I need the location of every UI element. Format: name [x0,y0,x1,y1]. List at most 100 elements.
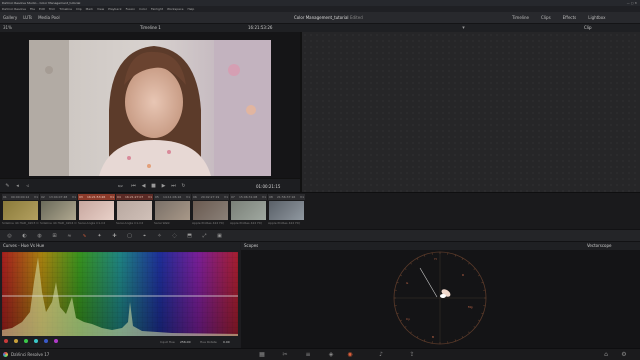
prev-clip-icon[interactable]: ⏮ [130,183,137,189]
input-hue-field[interactable]: 256.00 [180,340,191,344]
vectorscope-tick [400,319,403,322]
node-mode-selector[interactable]: Clip [584,25,592,30]
speaker-icon[interactable]: ◃ [24,183,31,189]
viewer-header: 31% Timeline 1 16:21:53:26 [0,24,300,32]
sizing-icon[interactable]: ⤢ [201,233,208,240]
play-icon[interactable]: ▶ [160,183,167,189]
color-wheels-icon[interactable]: ◍ [36,233,43,240]
menu-item-mark[interactable]: Mark [86,7,93,11]
menu-item-view[interactable]: View [97,7,104,11]
clip-track: V1 [110,195,114,199]
clip-header: 08 21:56:37:16 V1 [268,194,305,200]
clip-thumbnail[interactable]: 04 16:21:27:07 V1 Sarai-Angle C1-C2 [116,194,153,228]
menu-item-fairlight[interactable]: Fairlight [151,7,163,11]
edit-icon[interactable]: ≡ [304,351,312,359]
cyan-swatch[interactable] [34,339,38,343]
dropdown-icon[interactable]: ▾ [460,25,467,31]
timeline-selector[interactable]: Timeline 1 [140,25,161,30]
blue-swatch[interactable] [44,339,48,343]
hue-vs-hue-curve[interactable] [2,252,238,336]
clip-thumbnail[interactable]: 01 00:00:00:12 V1 Sideline 44 HAD_4203 C1-C… [2,194,39,228]
tracker-icon[interactable]: ⌖ [141,233,148,240]
next-clip-icon[interactable]: ⏭ [170,183,177,189]
media-icon[interactable]: ▦ [258,351,266,359]
edited-status: Edited [350,15,363,20]
rgb-mixer-icon[interactable]: ⊞ [51,233,58,240]
menu-item-playback[interactable]: Playback [108,7,121,11]
home-icon[interactable]: ⌂ [602,351,610,359]
zoom-level[interactable]: 31% [3,25,12,30]
fairlight-icon[interactable]: ♪ [377,351,385,359]
settings-icon[interactable]: ⚙ [620,351,628,359]
clip-thumbnail[interactable]: 06 20:02:27:19 V1 Apple ProRes 422 HQ [192,194,229,228]
clip-image [231,201,266,220]
audio-icon[interactable]: ◂ [14,183,21,189]
motion-effects-icon[interactable]: ≈ [66,233,73,240]
menu-item-timeline[interactable]: Timeline [59,7,72,11]
red-swatch[interactable] [4,339,8,343]
stop-icon[interactable]: ■ [150,183,157,189]
menu-item-clip[interactable]: Clip [76,7,82,11]
fusion-icon[interactable]: ◈ [327,351,335,359]
eyedropper-icon[interactable]: ✎ [4,183,11,189]
clip-timecode: 14:11:06:16 [163,195,182,199]
media-pool-button[interactable]: Media Pool [38,15,60,20]
reverse-icon[interactable]: ◀ [140,183,147,189]
clip-caption: Apple ProRes 422 HQ [268,221,300,225]
toolbar: Gallery LUTs Media Pool Color Management… [0,12,640,24]
menu-item-workspace[interactable]: Workspace [167,7,183,11]
vectorscope-tick [400,274,403,277]
loop-icon[interactable]: ↻ [180,183,187,189]
key-icon[interactable]: ⬒ [186,233,193,240]
luts-button[interactable]: LUTs [23,15,32,20]
color-match-icon[interactable]: ◐ [21,233,28,240]
effects-button[interactable]: Effects [563,15,577,20]
source-timecode: 16:21:53:26 [248,25,273,30]
clip-number: 07 [231,195,235,199]
vectorscope-tick [473,268,476,270]
yellow-swatch[interactable] [14,339,18,343]
scope-type-selector[interactable]: Vectorscope [587,243,611,248]
color-icon[interactable]: ◉ [346,351,354,359]
clip-thumbnail[interactable]: 07 15:06:31:08 V1 Apple ProRes 422 HQ [230,194,267,228]
deliver-icon[interactable]: ⇪ [408,351,416,359]
clip-image [3,201,38,220]
panel-divider[interactable] [300,32,302,192]
clips-button[interactable]: Clips [541,15,551,20]
menu-item-edit[interactable]: Edit [39,7,45,11]
camera-raw-icon[interactable]: ◎ [6,233,13,240]
node-editor[interactable] [302,32,640,192]
gallery-button[interactable]: Gallery [3,15,17,20]
cut-icon[interactable]: ✂ [281,351,289,359]
menu-item-help[interactable]: Help [187,7,194,11]
timeline-button[interactable]: Timeline [512,15,529,20]
3d-icon[interactable]: ▣ [216,233,223,240]
magenta-swatch[interactable] [54,339,58,343]
page-navigation-bar: DaVinci Resolve 17 ▦ ✂ ≡ ◈ ◉ ♪ ⇪ ⌂ ⚙ [0,348,640,360]
menu-item-color[interactable]: Color [139,7,147,11]
clip-thumbnail[interactable]: 03 16:21:53:26 V1 Sarai-Angle C1-C2 [78,194,115,228]
clip-timecode: 00:00:00:12 [11,195,30,199]
window-controls[interactable]: — ▢ ✕ [627,1,637,5]
vectorscope-tick [424,254,426,257]
qualifier-icon[interactable]: ✚ [111,233,118,240]
input-hue-label: Input Hue [160,340,175,344]
curves-icon[interactable]: ∿ [81,233,88,240]
menu-item-davinci-resolve[interactable]: DaVinci Resolve [2,7,26,11]
clip-thumbnail[interactable]: 02 13:04:07:48 V1 Sideline 44 HAD_4204 C1-C… [40,194,77,228]
lightbox-button[interactable]: Lightbox [588,15,605,20]
magic-mask-icon[interactable]: ✧ [156,233,163,240]
menu-item-file[interactable]: File [30,7,35,11]
vectorscope-tick [404,326,407,328]
color-warper-icon[interactable]: ✦ [96,233,103,240]
hue-rotate-field[interactable]: 0.00 [223,340,230,344]
menu-item-fusion[interactable]: Fusion [126,7,136,11]
menu-item-trim[interactable]: Trim [49,7,55,11]
green-swatch[interactable] [24,339,28,343]
blur-icon[interactable]: ◌ [171,233,178,240]
node-editor-header: ▾ Clip [300,24,640,32]
clip-header: 04 16:21:27:07 V1 [116,194,153,200]
window-icon[interactable]: ▢ [126,233,133,240]
clip-thumbnail[interactable]: 08 21:56:37:16 V1 Apple ProRes 422 HQ [268,194,305,228]
clip-thumbnail[interactable]: 05 14:11:06:16 V1 Sarai Walk [154,194,191,228]
